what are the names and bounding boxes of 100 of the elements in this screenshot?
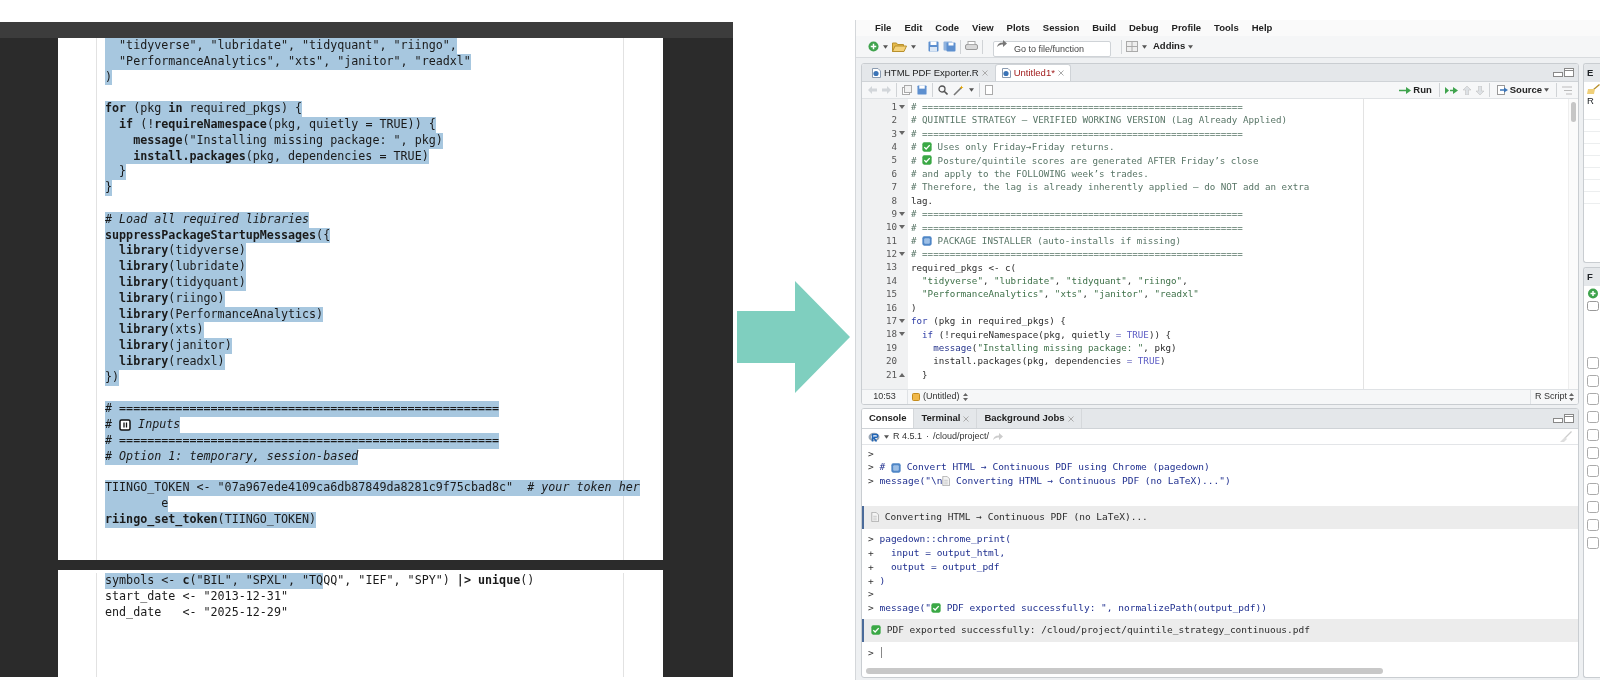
console-line: Converting HTML → Continuous PDF (no LaTeX)...") bbox=[955, 474, 1231, 489]
outline-icon[interactable] bbox=[1562, 85, 1572, 95]
checkbox-icon[interactable] bbox=[1587, 301, 1599, 311]
fold-icon[interactable] bbox=[899, 372, 905, 377]
console-output: PDF exported successfully: /cloud/project/quintile_strategy_continuous.pdf bbox=[885, 623, 1310, 638]
menu-item[interactable]: Build bbox=[1092, 20, 1116, 36]
code-text: if (!requireNamespace(pkg, quietly = TRUE)) { bbox=[921, 327, 1172, 342]
checkbox-icon[interactable] bbox=[1587, 465, 1599, 477]
fold-icon[interactable] bbox=[899, 211, 905, 216]
back-icon[interactable] bbox=[868, 86, 877, 94]
code-text: library(xts) bbox=[105, 322, 204, 339]
editor-tab[interactable]: HTML PDF Exporter.R bbox=[865, 64, 995, 81]
scrollbar[interactable] bbox=[1568, 99, 1578, 389]
go-arrow-icon[interactable] bbox=[993, 432, 1004, 441]
checkbox-icon[interactable] bbox=[1587, 483, 1599, 495]
pane-title[interactable]: F bbox=[1584, 268, 1600, 286]
menu-item[interactable]: Code bbox=[935, 20, 960, 36]
working-directory[interactable]: /cloud/project/ bbox=[933, 429, 990, 444]
fold-icon[interactable] bbox=[899, 318, 905, 323]
console-tab[interactable]: Console bbox=[862, 409, 915, 428]
checkbox-icon[interactable] bbox=[1587, 429, 1599, 441]
text-cursor bbox=[881, 647, 883, 659]
code-text: riingo_set_token(TIINGO_TOKEN) bbox=[105, 511, 317, 528]
menu-item[interactable]: Edit bbox=[904, 20, 923, 36]
close-icon[interactable] bbox=[963, 415, 970, 422]
line-number: 18 bbox=[885, 327, 897, 342]
checkbox-icon[interactable] bbox=[1587, 375, 1599, 387]
menu-item[interactable]: Plots bbox=[1006, 20, 1030, 36]
checkbox-icon[interactable] bbox=[1587, 537, 1599, 549]
save-icon[interactable] bbox=[928, 41, 939, 52]
print-icon[interactable] bbox=[965, 41, 978, 52]
folder-icon[interactable] bbox=[892, 41, 907, 52]
code-text: ) bbox=[105, 69, 113, 86]
maximize-icon[interactable] bbox=[1564, 414, 1574, 423]
close-icon[interactable] bbox=[981, 70, 988, 76]
menu-item[interactable]: Tools bbox=[1214, 20, 1239, 36]
r-file-icon bbox=[1001, 68, 1011, 78]
console-line: > message(" bbox=[868, 600, 931, 615]
file-type-label[interactable]: R Script bbox=[1535, 390, 1567, 404]
separator-dot: · bbox=[926, 429, 930, 443]
new-file-icon[interactable] bbox=[868, 41, 879, 52]
editor-tab[interactable]: Untitled1* bbox=[994, 64, 1071, 81]
rerun-icon[interactable] bbox=[1444, 86, 1458, 94]
maximize-icon[interactable] bbox=[1564, 68, 1574, 77]
check-icon bbox=[871, 625, 881, 636]
fold-icon[interactable] bbox=[899, 104, 905, 109]
window-icon[interactable] bbox=[902, 85, 912, 95]
broom-icon[interactable] bbox=[1560, 431, 1572, 442]
down-arrow-icon[interactable] bbox=[1475, 85, 1484, 95]
checkbox-icon[interactable] bbox=[1587, 447, 1599, 459]
fold-icon[interactable] bbox=[899, 332, 905, 337]
code-comment: Inputs bbox=[131, 417, 181, 433]
code-text: ) bbox=[911, 300, 917, 315]
menu-item[interactable]: Debug bbox=[1129, 20, 1159, 36]
goto-field[interactable]: Go to file/function bbox=[993, 40, 1111, 57]
close-icon[interactable] bbox=[1067, 415, 1074, 422]
checkbox-icon[interactable] bbox=[1587, 411, 1599, 423]
run-arrow-icon bbox=[1399, 86, 1412, 94]
wand-icon[interactable] bbox=[953, 84, 964, 96]
code-text: # ========================================================== bbox=[911, 126, 1243, 141]
new-folder-icon[interactable] bbox=[1587, 288, 1599, 299]
code-text: symbols <- c("BIL", "SPXL", "TQ bbox=[105, 573, 324, 589]
checkbox-icon[interactable] bbox=[1587, 393, 1599, 405]
source-button[interactable]: Source bbox=[1494, 82, 1551, 98]
up-down-icon[interactable] bbox=[1569, 393, 1574, 401]
checkbox-icon[interactable] bbox=[1587, 357, 1599, 369]
search-icon[interactable] bbox=[938, 85, 948, 95]
up-arrow-icon[interactable] bbox=[1462, 85, 1471, 95]
menu-item[interactable]: File bbox=[875, 20, 892, 36]
addins-button[interactable]: Addins bbox=[1151, 39, 1196, 54]
broom-icon[interactable] bbox=[1587, 84, 1600, 94]
caret-icon bbox=[1142, 44, 1147, 49]
console-line: PDF exported successfully: ", normalizePath(output_pdf)) bbox=[945, 600, 1267, 615]
fold-icon[interactable] bbox=[899, 252, 905, 256]
code-text: # bbox=[911, 140, 918, 154]
console-tab[interactable]: Background Jobs bbox=[977, 409, 1082, 428]
save-all-icon[interactable] bbox=[943, 41, 956, 52]
menu-item[interactable]: Help bbox=[1251, 20, 1273, 36]
code-text: # and apply to the FOLLOWING week’s trades. bbox=[911, 166, 1149, 181]
up-down-icon[interactable] bbox=[962, 393, 968, 401]
forward-icon[interactable] bbox=[882, 86, 891, 94]
run-button[interactable]: Run bbox=[1397, 82, 1434, 98]
pane-title[interactable]: E bbox=[1584, 64, 1600, 82]
menu-item[interactable]: View bbox=[972, 20, 994, 36]
code-text: "PerformanceAnalytics", "xts", "janitor", "readxl" bbox=[921, 287, 1199, 301]
fold-icon[interactable] bbox=[899, 225, 905, 230]
notebook-icon[interactable] bbox=[985, 85, 993, 95]
fold-icon[interactable] bbox=[899, 131, 905, 136]
checkbox-icon[interactable] bbox=[1587, 501, 1599, 513]
close-icon[interactable] bbox=[1057, 70, 1064, 76]
save-icon[interactable] bbox=[917, 85, 927, 95]
check-icon bbox=[930, 603, 941, 614]
grid-icon[interactable] bbox=[1126, 41, 1138, 52]
menu-item[interactable]: Session bbox=[1042, 20, 1080, 36]
keycap-icon bbox=[922, 235, 933, 246]
checkbox-icon[interactable] bbox=[1587, 519, 1599, 531]
console-tab[interactable]: Terminal bbox=[914, 409, 978, 428]
scope-label[interactable]: (Untitled) bbox=[923, 390, 960, 404]
line-number: 2 bbox=[891, 113, 897, 127]
menu-item[interactable]: Profile bbox=[1171, 20, 1202, 36]
